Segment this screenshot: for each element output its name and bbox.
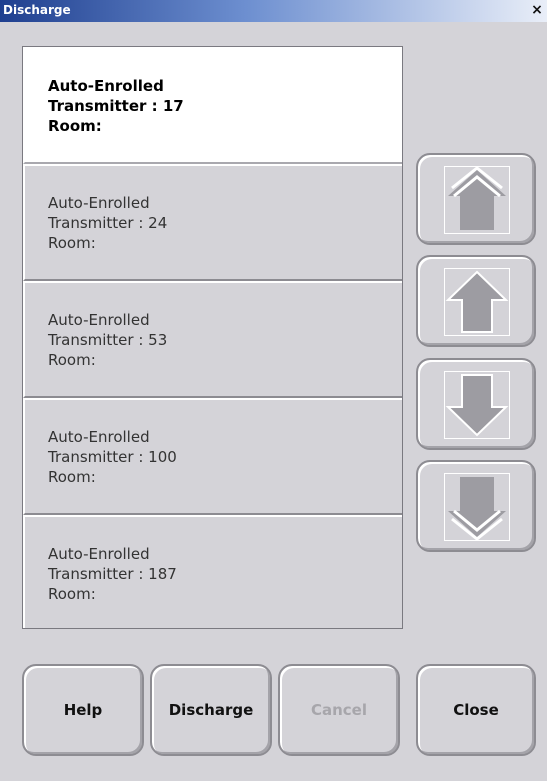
item-room: Room: — [48, 351, 96, 369]
item-room: Room: — [48, 117, 102, 135]
page-up-icon — [444, 166, 510, 234]
list-item[interactable]: Auto-Enrolled Transmitter : 17 Room: — [23, 47, 402, 164]
scroll-down-button[interactable] — [416, 358, 536, 450]
item-room: Room: — [48, 585, 96, 603]
item-name: Auto-Enrolled — [48, 194, 150, 212]
item-room: Room: — [48, 468, 96, 486]
page-down-button[interactable] — [416, 460, 536, 552]
page-up-button[interactable] — [416, 153, 536, 245]
cancel-button[interactable]: Cancel — [278, 664, 400, 756]
list-item[interactable]: Auto-Enrolled Transmitter : 24 Room: — [23, 164, 402, 281]
item-name: Auto-Enrolled — [48, 311, 150, 329]
item-transmitter: Transmitter : 187 — [48, 565, 177, 583]
item-transmitter: Transmitter : 24 — [48, 214, 168, 232]
item-name: Auto-Enrolled — [48, 77, 164, 95]
item-transmitter: Transmitter : 17 — [48, 97, 184, 115]
item-transmitter: Transmitter : 100 — [48, 448, 177, 466]
close-button[interactable]: Close — [416, 664, 536, 756]
arrow-down-icon — [444, 371, 510, 439]
list-item[interactable]: Auto-Enrolled Transmitter : 53 Room: — [23, 281, 402, 398]
list-item[interactable]: Auto-Enrolled Transmitter : 100 Room: — [23, 398, 402, 515]
title-bar: Discharge × — [0, 0, 547, 22]
window-title: Discharge — [3, 3, 71, 17]
list-item[interactable]: Auto-Enrolled Transmitter : 187 Room: — [23, 515, 402, 628]
close-icon[interactable]: × — [529, 1, 545, 19]
page-down-icon — [444, 473, 510, 541]
arrow-up-icon — [444, 268, 510, 336]
help-button[interactable]: Help — [22, 664, 144, 756]
item-name: Auto-Enrolled — [48, 428, 150, 446]
item-transmitter: Transmitter : 53 — [48, 331, 168, 349]
item-room: Room: — [48, 234, 96, 252]
scroll-up-button[interactable] — [416, 255, 536, 347]
transmitter-list: Auto-Enrolled Transmitter : 17 Room: Aut… — [22, 46, 403, 629]
item-name: Auto-Enrolled — [48, 545, 150, 563]
discharge-button[interactable]: Discharge — [150, 664, 272, 756]
